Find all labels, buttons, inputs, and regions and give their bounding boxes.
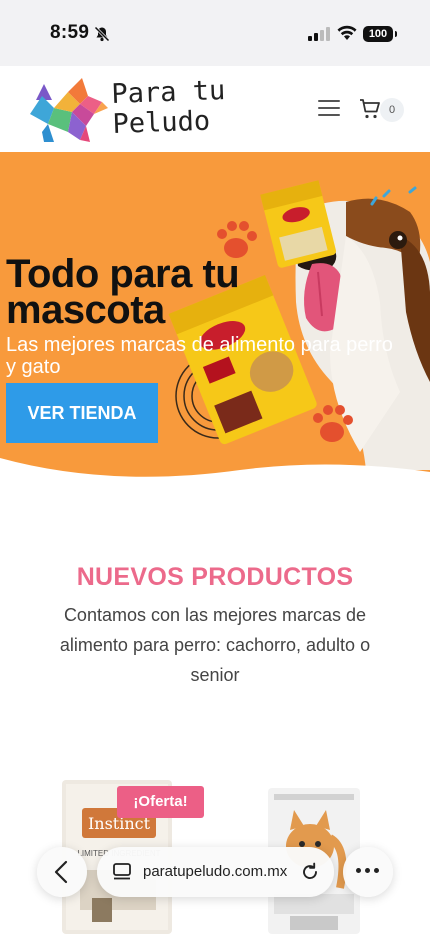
back-icon: [54, 860, 68, 884]
hero-title-line-2: mascota: [6, 288, 165, 332]
hero-banner: Todo para tu mascota Las mejores marcas …: [0, 152, 430, 482]
cart-count-badge[interactable]: 0: [380, 98, 404, 122]
signal-icon: [308, 27, 330, 41]
hero-subtitle: Las mejores marcas de alimento para perr…: [6, 334, 393, 378]
cart-icon[interactable]: [358, 97, 382, 121]
battery-icon: 100: [363, 26, 397, 42]
wifi-icon: [337, 25, 357, 40]
bell-slash-icon: [94, 26, 110, 42]
status-bar: 8:59 100: [0, 0, 430, 66]
logo-dog-icon[interactable]: [28, 74, 108, 144]
url-text[interactable]: paratupeludo.com.mx: [143, 863, 289, 880]
more-icon: [356, 868, 383, 873]
menu-icon[interactable]: [318, 100, 340, 118]
address-bar[interactable]: paratupeludo.com.mx: [97, 847, 334, 897]
logo-line-2: Peludo: [111, 105, 211, 140]
hero-title: Todo para tu mascota: [6, 254, 240, 330]
more-button[interactable]: [343, 847, 393, 897]
logo-text[interactable]: Para tu Peludo: [111, 75, 227, 140]
status-time: 8:59: [50, 22, 90, 43]
back-button[interactable]: [37, 847, 87, 897]
site-header: Para tu Peludo 0: [0, 66, 430, 152]
sale-badge: ¡Oferta!: [117, 786, 204, 818]
tabs-icon[interactable]: [113, 862, 133, 882]
section-title: NUEVOS PRODUCTOS: [76, 563, 354, 591]
ver-tienda-button[interactable]: VER TIENDA: [6, 383, 158, 443]
reload-icon[interactable]: [299, 861, 321, 883]
section-description: Contamos con las mejores marcas de alime…: [59, 605, 371, 685]
